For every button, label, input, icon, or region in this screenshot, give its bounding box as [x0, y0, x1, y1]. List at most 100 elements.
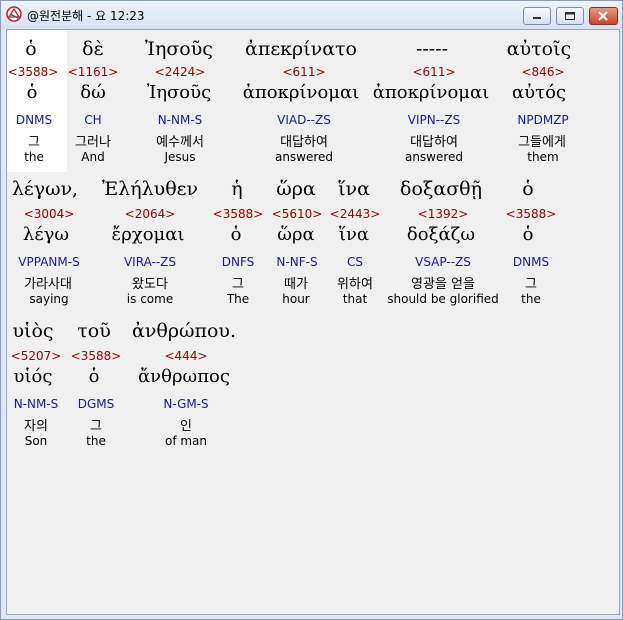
korean-gloss: 왔도다: [132, 277, 168, 292]
parsing-code: VPPANM-S: [18, 255, 80, 269]
parsing-code: N-GM-S: [163, 397, 209, 411]
korean-gloss: 그: [525, 277, 537, 292]
korean-gloss: 대답하여: [280, 135, 328, 150]
maximize-icon: [565, 12, 575, 20]
korean-gloss: 그: [232, 277, 244, 292]
greek-word: -----: [415, 38, 449, 60]
lemma: λέγω: [22, 224, 70, 245]
window-title: @원전분해 - 요 12:23: [27, 9, 145, 23]
parsing-code: DGMS: [77, 397, 115, 411]
english-gloss: The: [226, 292, 250, 306]
english-gloss: the: [521, 292, 541, 306]
parsing-code: VIPN--ZS: [407, 113, 461, 127]
close-button[interactable]: [589, 7, 618, 25]
english-gloss: should be glorified: [387, 292, 499, 306]
lemma: δοξάζω: [406, 224, 476, 245]
strongs-number[interactable]: <611>: [412, 65, 455, 79]
english-gloss: answered: [404, 150, 464, 164]
greek-word: ὥρα: [276, 178, 316, 200]
lemma: δώ: [80, 82, 106, 103]
lemma: ὁ: [26, 82, 38, 103]
english-gloss: hour: [282, 292, 310, 306]
greek-word: δοξασθῇ: [400, 178, 482, 200]
korean-gloss: 때가: [284, 277, 308, 292]
lemma: ὁ: [230, 224, 242, 245]
english-gloss: of man: [164, 434, 208, 448]
korean-gloss: 자의: [24, 419, 48, 434]
greek-word: ἵνα: [338, 178, 370, 200]
lemma: ἄνθρωπος: [138, 366, 230, 387]
greek-word: τοῦ: [77, 320, 111, 342]
strongs-number[interactable]: <2064>: [125, 207, 176, 221]
lemma: αὐτός: [512, 82, 566, 103]
strongs-number[interactable]: <444>: [164, 349, 207, 363]
strongs-number[interactable]: <3004>: [24, 207, 75, 221]
app-logo-icon: [6, 6, 22, 22]
greek-word: ὁ: [25, 38, 37, 60]
parsing-code: N-NM-S: [157, 113, 203, 127]
parsing-code: VIAD--ZS: [277, 113, 331, 127]
strongs-number[interactable]: <1161>: [68, 65, 119, 79]
english-gloss: Son: [24, 434, 48, 448]
english-gloss: answered: [274, 150, 334, 164]
parsing-code: DNMS: [512, 255, 550, 269]
english-gloss: the: [86, 434, 106, 448]
english-gloss: that: [342, 292, 368, 306]
strongs-number[interactable]: <5207>: [11, 349, 62, 363]
korean-gloss: 가라사대: [24, 277, 72, 292]
greek-word: δὲ: [82, 38, 104, 60]
minimize-icon: [533, 17, 541, 19]
parsing-code: VIRA--ZS: [123, 255, 177, 269]
greek-word: ἡ: [231, 178, 243, 200]
app-window: @원전분해 - 요 12:23 ὁ <3588> ὁ DNMS 그 the δὲ: [0, 0, 623, 620]
lemma: ἔρχομαι: [111, 224, 185, 245]
english-gloss: saying: [29, 292, 69, 306]
greek-word: Ἰησοῦς: [145, 38, 213, 60]
strongs-number[interactable]: <2443>: [330, 207, 381, 221]
greek-word: λέγων,: [11, 178, 79, 200]
lemma: ὁ: [522, 224, 534, 245]
minimize-button[interactable]: [523, 7, 551, 25]
lemma: ὁ: [88, 366, 100, 387]
lemma: ἵνα: [338, 224, 370, 245]
lemma: ὥρα: [277, 224, 315, 245]
lemma: υἱός: [13, 366, 53, 387]
title-bar[interactable]: @원전분해 - 요 12:23: [1, 1, 622, 29]
parsing-code: CH: [84, 113, 102, 127]
korean-gloss: 대답하여: [410, 135, 458, 150]
maximize-button[interactable]: [556, 7, 584, 25]
english-gloss: Jesus: [164, 150, 196, 164]
lemma: ἀποκρίνομαι: [372, 82, 490, 103]
korean-gloss: 예수께서: [156, 135, 204, 150]
strongs-number[interactable]: <3588>: [506, 207, 557, 221]
strongs-number[interactable]: <5610>: [272, 207, 323, 221]
greek-word: υἱὸς: [12, 320, 54, 342]
greek-word: ἀνθρώπου.: [132, 320, 236, 342]
strongs-number[interactable]: <3588>: [213, 207, 264, 221]
close-icon: [598, 11, 608, 21]
english-gloss: is come: [126, 292, 174, 306]
korean-gloss: 그들에게: [518, 135, 566, 150]
strongs-number[interactable]: <611>: [282, 65, 325, 79]
lemma: ἀποκρίνομαι: [242, 82, 360, 103]
parsing-code: N-NF-S: [276, 255, 318, 269]
greek-word: αὐτοῖς: [506, 38, 572, 60]
strongs-number[interactable]: <1392>: [418, 207, 469, 221]
parsing-code: NPDMZP: [517, 113, 569, 127]
greek-word: ἀπεκρίνατο: [245, 38, 357, 60]
korean-gloss: 위하여: [337, 277, 373, 292]
greek-word: ὁ: [522, 178, 534, 200]
strongs-number[interactable]: <2424>: [155, 65, 206, 79]
parsing-code: N-NM-S: [13, 397, 59, 411]
korean-gloss: 인: [180, 419, 192, 434]
parsing-code: DNMS: [15, 113, 53, 127]
lemma: Ἰησοῦς: [146, 82, 212, 103]
strongs-number[interactable]: <3588>: [71, 349, 122, 363]
korean-gloss: 영광을 얻을: [411, 277, 475, 292]
strongs-number[interactable]: <3588>: [8, 65, 59, 79]
english-gloss: them: [527, 150, 559, 164]
korean-gloss: 그러나: [75, 135, 111, 150]
verse-analysis-pane[interactable]: ὁ <3588> ὁ DNMS 그 the δὲ <1161> δώ CH 그러…: [6, 29, 620, 615]
parsing-code: VSAP--ZS: [415, 255, 471, 269]
strongs-number[interactable]: <846>: [521, 65, 564, 79]
